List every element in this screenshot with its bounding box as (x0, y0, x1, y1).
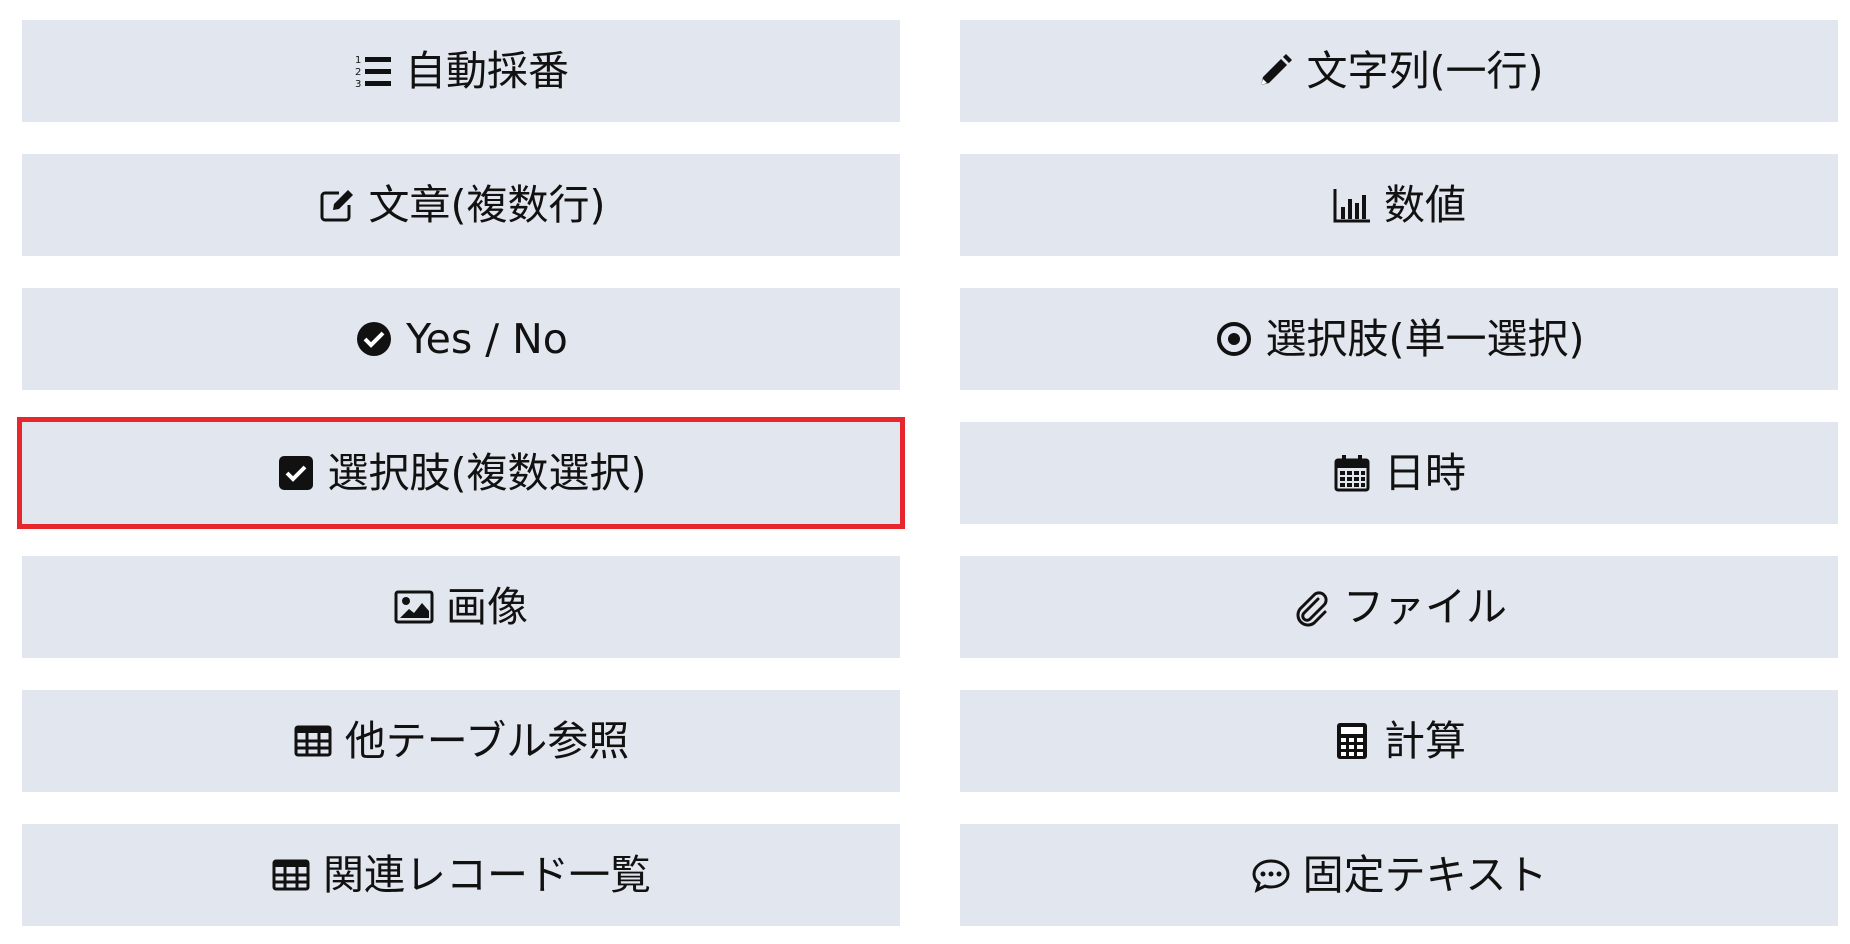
text-multi-line-button[interactable]: 文章(複数行) (22, 154, 900, 256)
image-icon (394, 587, 434, 627)
calculator-icon (1332, 721, 1372, 761)
comment-icon (1251, 855, 1291, 895)
check-square-icon (276, 453, 316, 493)
auto-number-button[interactable]: 1 2 3 自動採番 (22, 20, 900, 122)
file-label: ファイル (1343, 582, 1507, 631)
field-type-grid: 1 2 3 自動採番 文字列(一行) 文章(複数行) 数値 Yes / No 選… (0, 0, 1850, 944)
related-records-label: 関連レコード一覧 (323, 850, 651, 899)
table-icon (271, 855, 311, 895)
checkbox-multi-select-label: 選択肢(複数選択) (327, 448, 647, 497)
text-single-line-button[interactable]: 文字列(一行) (960, 20, 1838, 122)
file-button[interactable]: ファイル (960, 556, 1838, 658)
calendar-icon (1332, 453, 1372, 493)
datetime-button[interactable]: 日時 (960, 422, 1838, 524)
calculation-button[interactable]: 計算 (960, 690, 1838, 792)
yes-no-label: Yes / No (406, 314, 568, 363)
fixed-text-label: 固定テキスト (1302, 850, 1548, 899)
auto-number-label: 自動採番 (405, 46, 569, 95)
image-label: 画像 (446, 582, 528, 631)
edit-icon (317, 185, 357, 225)
bar-chart-icon (1332, 185, 1372, 225)
image-button[interactable]: 画像 (22, 556, 900, 658)
pencil-icon (1255, 51, 1295, 91)
table-lookup-label: 他テーブル参照 (344, 716, 630, 765)
check-circle-icon (354, 319, 394, 359)
yes-no-button[interactable]: Yes / No (22, 288, 900, 390)
paperclip-icon (1291, 587, 1331, 627)
table-lookup-button[interactable]: 他テーブル参照 (22, 690, 900, 792)
table-icon (293, 721, 333, 761)
datetime-label: 日時 (1384, 448, 1466, 497)
text-multi-line-label: 文章(複数行) (368, 180, 606, 229)
checkbox-multi-select-button[interactable]: 選択肢(複数選択) (17, 417, 905, 529)
fixed-text-button[interactable]: 固定テキスト (960, 824, 1838, 926)
number-button[interactable]: 数値 (960, 154, 1838, 256)
radio-dot-icon (1214, 319, 1254, 359)
svg-text:1: 1 (355, 55, 361, 66)
number-label: 数値 (1384, 180, 1466, 229)
svg-text:3: 3 (355, 79, 361, 90)
ordered-list-icon: 1 2 3 (353, 51, 393, 91)
radio-single-select-label: 選択肢(単一選択) (1265, 314, 1585, 363)
svg-text:2: 2 (355, 67, 361, 78)
radio-single-select-button[interactable]: 選択肢(単一選択) (960, 288, 1838, 390)
related-records-button[interactable]: 関連レコード一覧 (22, 824, 900, 926)
calculation-label: 計算 (1384, 716, 1466, 765)
text-single-line-label: 文字列(一行) (1306, 46, 1544, 95)
